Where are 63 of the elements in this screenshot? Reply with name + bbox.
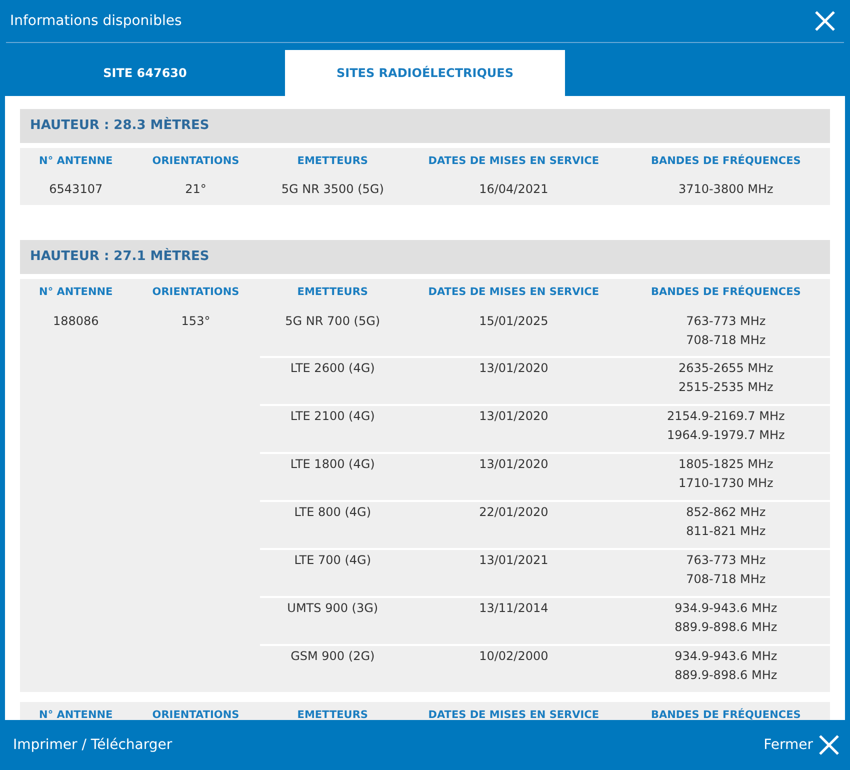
table-cell: 10/02/2000 [479, 648, 548, 662]
table-cell: 708-718 MHz [686, 332, 766, 346]
column-header: DATES DE MISES EN SERVICE [406, 148, 622, 174]
column-header: ORIENTATIONS [132, 278, 260, 306]
table-cell: 16/04/2021 [479, 182, 548, 196]
table-cell: 5G NR 3500 (5G) [281, 182, 384, 196]
table-cell: 13/01/2020 [479, 456, 548, 470]
tab[interactable]: SITES RADIOÉLECTRIQUES [285, 50, 565, 96]
table-cell: 934.9-943.6 MHz [674, 648, 778, 662]
table-cell: 2515-2535 MHz [678, 380, 774, 394]
table-cell: 889.9-898.6 MHz [674, 620, 778, 634]
table-cell: 13/01/2020 [479, 360, 548, 374]
table-cell: LTE 700 (4G) [294, 552, 372, 566]
table-cell: UMTS 900 (3G) [287, 600, 378, 614]
column-header: BANDES DE FRÉQUENCES [622, 702, 830, 720]
close-icon [814, 10, 836, 32]
close-button[interactable] [814, 10, 836, 32]
table-cell: 22/01/2020 [479, 504, 548, 518]
table-cell: 1964.9-1979.7 MHz [667, 428, 785, 442]
table-cell: 763-773 MHz [686, 314, 766, 328]
table-cell: 2154.9-2169.7 MHz [667, 408, 785, 422]
table-cell: LTE 1800 (4G) [290, 456, 375, 470]
table-cell: 6543107 [20, 174, 132, 206]
column-header: EMETTEURS [260, 148, 406, 174]
table-cell: 852-862 MHz [686, 504, 766, 518]
column-header: DATES DE MISES EN SERVICE [406, 702, 622, 720]
table-cell: 2635-2655 MHz [678, 360, 774, 374]
column-header: BANDES DE FRÉQUENCES [622, 278, 830, 306]
table-cell: 3710-3800 MHz [678, 182, 774, 196]
height-heading: HAUTEUR : 27.1 MÈTRES [20, 240, 830, 274]
print-download-link[interactable]: Imprimer / Télécharger [13, 734, 172, 756]
column-header: EMETTEURS [260, 278, 406, 306]
table-cell: LTE 2100 (4G) [290, 408, 375, 422]
table-cell: 13/01/2021 [479, 552, 548, 566]
table-cell: 811-821 MHz [686, 524, 766, 538]
column-header: N° ANTENNE [20, 278, 132, 306]
height-heading: HAUTEUR : 28.3 MÈTRES [20, 109, 830, 142]
table-cell: 21° [132, 174, 260, 206]
table-cell: 13/11/2014 [479, 600, 548, 614]
table-cell: 1710-1730 MHz [678, 476, 774, 490]
table-cell: 1805-1825 MHz [678, 456, 774, 470]
dialog-title: Informations disponibles [10, 12, 182, 30]
table-cell: 708-718 MHz [686, 572, 766, 586]
column-header: ORIENTATIONS [132, 702, 260, 720]
table-cell: GSM 900 (2G) [290, 648, 375, 662]
table-cell: 5G NR 700 (5G) [285, 314, 380, 328]
column-header: N° ANTENNE [20, 702, 132, 720]
table-cell: LTE 800 (4G) [294, 504, 372, 518]
table-cell: LTE 2600 (4G) [290, 360, 375, 374]
column-header: EMETTEURS [260, 702, 406, 720]
close-button[interactable]: Fermer [764, 734, 840, 756]
table-cell: 153° [132, 306, 260, 692]
table-cell: 763-773 MHz [686, 552, 766, 566]
table-cell: 934.9-943.6 MHz [674, 600, 778, 614]
column-header: N° ANTENNE [20, 148, 132, 174]
table-cell: 15/01/2025 [479, 314, 548, 328]
table-cell: 188086 [20, 306, 132, 692]
close-icon [818, 734, 840, 756]
column-header: ORIENTATIONS [132, 148, 260, 174]
column-header: DATES DE MISES EN SERVICE [406, 278, 622, 306]
column-header: BANDES DE FRÉQUENCES [622, 148, 830, 174]
table-cell: 889.9-898.6 MHz [674, 668, 778, 682]
table-cell: 13/01/2020 [479, 408, 548, 422]
